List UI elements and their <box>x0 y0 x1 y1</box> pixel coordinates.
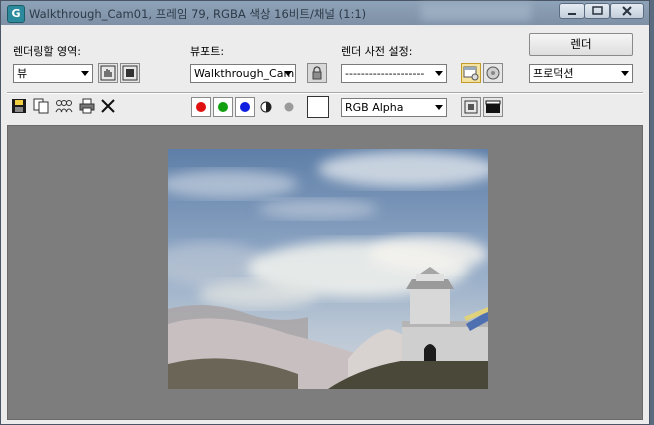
blurred-region <box>421 3 531 21</box>
rendered-image <box>168 149 488 389</box>
close-icon <box>622 6 632 16</box>
edit-region-button[interactable] <box>98 63 118 83</box>
render-button[interactable]: 렌더 <box>529 33 633 56</box>
chevron-down-icon <box>81 71 89 76</box>
red-dot-icon <box>196 102 206 112</box>
blue-channel-toggle[interactable] <box>235 97 255 117</box>
red-channel-toggle[interactable] <box>191 97 211 117</box>
lock-viewport-button[interactable] <box>307 63 327 83</box>
chevron-down-icon <box>284 71 292 76</box>
floppy-disk-icon <box>12 99 26 113</box>
overlay-icon <box>464 100 478 114</box>
production-dropdown[interactable]: 프로덕션 <box>529 64 633 83</box>
printer-icon <box>79 98 95 114</box>
maximize-button[interactable] <box>584 3 610 19</box>
color-swatch[interactable] <box>307 96 329 118</box>
gray-dot-icon <box>284 102 294 112</box>
auto-region-button[interactable] <box>120 63 140 83</box>
chevron-down-icon <box>621 71 629 76</box>
save-image-button[interactable] <box>11 98 27 117</box>
area-to-render-label: 렌더링할 영역: <box>13 45 81 58</box>
clear-button[interactable] <box>100 98 116 117</box>
render-setup-button[interactable] <box>461 63 481 83</box>
toggle-ui-button[interactable] <box>483 97 503 117</box>
toolbar-separator <box>7 92 643 94</box>
green-channel-toggle[interactable] <box>213 97 233 117</box>
window-title: Walkthrough_Cam01, 프레임 79, RGBA 색상 16비트/… <box>29 7 367 21</box>
minimize-button[interactable] <box>559 3 585 19</box>
render-preset-value: -------------------- <box>345 67 425 80</box>
environment-effects-button[interactable] <box>483 63 503 83</box>
close-x-icon <box>101 99 115 113</box>
maximize-icon <box>592 6 603 15</box>
copy-image-button[interactable] <box>33 98 49 117</box>
chevron-down-icon <box>435 71 443 76</box>
region-select-icon <box>122 65 138 81</box>
minimize-icon <box>568 13 576 15</box>
area-to-render-value: 뷰 <box>17 67 28 80</box>
app-icon: G <box>7 5 25 23</box>
copy-icon <box>33 98 49 114</box>
monochrome-toggle[interactable] <box>283 101 295 116</box>
render-preset-dropdown[interactable]: -------------------- <box>341 64 447 83</box>
production-value: 프로덕션 <box>533 67 574 80</box>
toggle-ui-overlay-button[interactable] <box>461 97 481 117</box>
lock-icon <box>312 66 322 80</box>
chevron-down-icon <box>435 105 443 110</box>
green-dot-icon <box>218 102 228 112</box>
display-icon <box>485 100 501 113</box>
teapot-icon <box>486 66 500 80</box>
clone-icon <box>55 100 73 113</box>
channel-dropdown[interactable]: RGB Alpha <box>341 98 447 117</box>
half-circle-icon <box>260 101 272 113</box>
channel-value: RGB Alpha <box>345 101 404 114</box>
title-bar[interactable]: G Walkthrough_Cam01, 프레임 79, RGBA 색상 16비… <box>1 1 649 25</box>
close-button[interactable] <box>610 3 644 19</box>
viewport-dropdown[interactable]: Walkthrough_Cam <box>190 64 296 83</box>
render-preset-label: 렌더 사전 설정: <box>341 45 413 58</box>
render-setup-icon <box>463 66 479 81</box>
hand-region-icon <box>100 65 116 81</box>
print-image-button[interactable] <box>79 98 95 117</box>
viewport-value: Walkthrough_Cam <box>194 67 295 80</box>
alpha-channel-toggle[interactable] <box>260 101 272 116</box>
clone-window-button[interactable] <box>55 98 73 117</box>
area-to-render-dropdown[interactable]: 뷰 <box>13 64 93 83</box>
viewport-label: 뷰포트: <box>190 45 225 58</box>
blue-dot-icon <box>240 102 250 112</box>
